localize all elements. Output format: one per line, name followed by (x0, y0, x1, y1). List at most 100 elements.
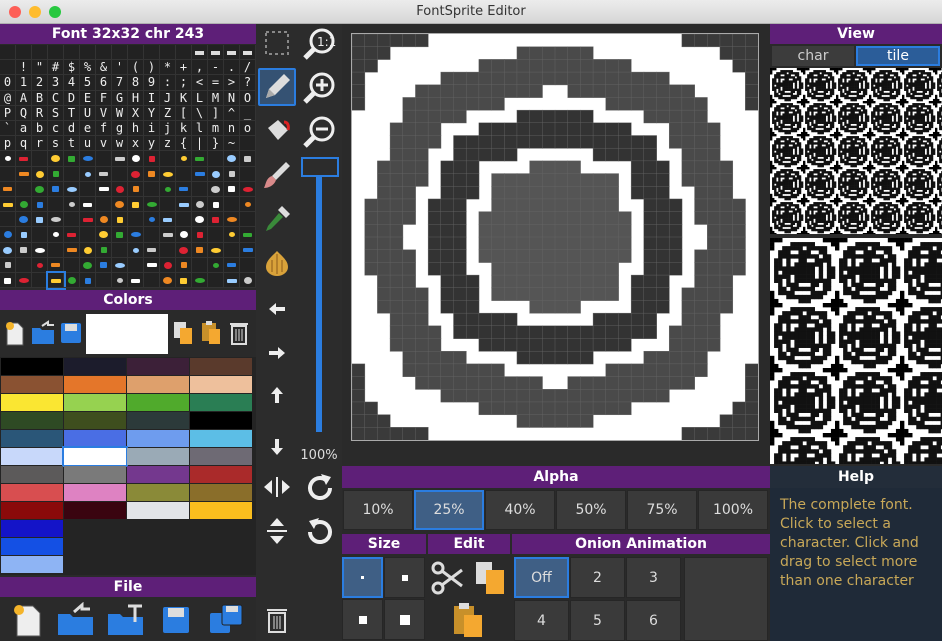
save-as-button[interactable] (204, 601, 248, 639)
font-char-cell[interactable]: c (48, 121, 64, 137)
font-char-cell[interactable]: k (176, 121, 192, 137)
font-char-cell[interactable] (160, 151, 176, 167)
font-char-cell[interactable]: U (80, 105, 96, 121)
palette-swatch[interactable] (127, 448, 189, 465)
font-char-cell[interactable]: } (208, 136, 224, 152)
font-char-cell[interactable] (16, 181, 32, 197)
tab-tile[interactable]: tile (856, 46, 940, 66)
font-char-cell[interactable]: $ (64, 60, 80, 76)
alpha-option[interactable]: 10% (343, 490, 413, 530)
font-char-cell[interactable]: 8 (128, 75, 144, 91)
font-char-cell[interactable]: R (32, 105, 48, 121)
zoom-in-button[interactable] (300, 68, 340, 108)
palette-swatch[interactable] (127, 376, 189, 393)
font-char-cell[interactable] (208, 212, 224, 228)
zoom-window-button[interactable] (49, 6, 61, 18)
font-char-cell[interactable] (192, 273, 208, 289)
font-char-cell[interactable] (176, 227, 192, 243)
palette-swatch[interactable] (127, 502, 189, 519)
font-char-cell[interactable]: " (32, 60, 48, 76)
font-char-cell[interactable] (192, 197, 208, 213)
stamp-tool[interactable] (258, 244, 296, 282)
font-char-cell[interactable] (144, 166, 160, 182)
copy-color-button[interactable] (170, 316, 196, 350)
font-char-cell[interactable]: ~ (224, 136, 240, 152)
font-char-cell[interactable] (0, 151, 16, 167)
font-char-cell[interactable] (96, 257, 112, 273)
palette-swatch[interactable] (1, 466, 63, 483)
font-char-cell[interactable] (0, 273, 16, 289)
font-char-cell[interactable] (160, 242, 176, 258)
font-char-cell[interactable]: d (64, 121, 80, 137)
font-char-cell[interactable] (64, 197, 80, 213)
palette-swatch[interactable] (1, 358, 63, 375)
font-char-cell[interactable] (80, 257, 96, 273)
import-font-button[interactable] (104, 601, 148, 639)
font-char-cell[interactable] (176, 181, 192, 197)
font-char-cell[interactable] (32, 197, 48, 213)
font-char-cell[interactable]: 5 (80, 75, 96, 91)
font-char-cell[interactable] (192, 242, 208, 258)
rotate-counterclockwise-button[interactable] (300, 512, 340, 552)
font-char-cell[interactable] (208, 45, 224, 61)
onion-option[interactable]: Off (514, 557, 569, 598)
font-char-cell[interactable] (16, 242, 32, 258)
font-char-cell[interactable] (128, 227, 144, 243)
font-char-cell[interactable] (176, 212, 192, 228)
font-char-cell[interactable] (144, 242, 160, 258)
font-char-cell[interactable] (96, 181, 112, 197)
font-char-cell[interactable]: > (224, 75, 240, 91)
font-char-cell[interactable]: W (112, 105, 128, 121)
font-char-cell[interactable] (240, 166, 256, 182)
font-char-cell[interactable] (176, 151, 192, 167)
delete-color-button[interactable] (226, 316, 252, 350)
font-char-cell[interactable]: ( (128, 60, 144, 76)
onion-option[interactable]: 5 (570, 600, 625, 641)
tile-preview-large[interactable] (770, 238, 942, 464)
font-char-cell[interactable] (208, 242, 224, 258)
brush-size-2[interactable] (384, 557, 425, 598)
alpha-option[interactable]: 25% (414, 490, 484, 530)
font-char-cell[interactable]: @ (0, 90, 16, 106)
font-char-cell[interactable] (112, 257, 128, 273)
font-char-cell[interactable]: E (80, 90, 96, 106)
font-char-cell[interactable]: / (240, 60, 256, 76)
font-char-cell[interactable]: M (208, 90, 224, 106)
font-char-cell[interactable]: , (192, 60, 208, 76)
font-char-cell[interactable]: s (48, 136, 64, 152)
font-char-cell[interactable] (0, 166, 16, 182)
font-char-cell[interactable] (144, 45, 160, 61)
font-char-cell[interactable] (224, 257, 240, 273)
font-char-cell[interactable]: A (16, 90, 32, 106)
color-palette[interactable] (0, 357, 256, 575)
font-char-cell[interactable] (208, 151, 224, 167)
font-char-cell[interactable]: B (32, 90, 48, 106)
brush-size-3[interactable] (342, 599, 383, 640)
shift-left-button[interactable] (258, 290, 296, 328)
font-char-cell[interactable] (224, 166, 240, 182)
palette-swatch[interactable] (190, 502, 252, 519)
font-char-cell[interactable] (240, 181, 256, 197)
font-char-cell[interactable]: 2 (32, 75, 48, 91)
font-char-cell[interactable]: q (16, 136, 32, 152)
font-char-cell[interactable] (0, 60, 16, 76)
glyph-pixels[interactable] (351, 33, 759, 441)
zoom-slider[interactable] (300, 157, 340, 447)
font-char-cell[interactable] (208, 166, 224, 182)
zoom-slider-handle[interactable] (301, 157, 339, 177)
onion-option[interactable]: 6 (626, 600, 681, 641)
font-char-cell[interactable]: x (128, 136, 144, 152)
font-char-cell[interactable] (80, 151, 96, 167)
font-char-cell[interactable]: z (160, 136, 176, 152)
rotate-clockwise-button[interactable] (300, 468, 340, 508)
font-char-cell[interactable]: j (160, 121, 176, 137)
font-char-cell[interactable] (32, 151, 48, 167)
palette-swatch[interactable] (190, 448, 252, 465)
palette-swatch[interactable] (127, 358, 189, 375)
font-char-cell[interactable] (64, 242, 80, 258)
font-char-cell[interactable]: 9 (144, 75, 160, 91)
font-char-cell[interactable]: + (176, 60, 192, 76)
font-char-cell[interactable] (208, 273, 224, 289)
font-char-cell[interactable]: ' (112, 60, 128, 76)
font-char-cell[interactable]: P (0, 105, 16, 121)
